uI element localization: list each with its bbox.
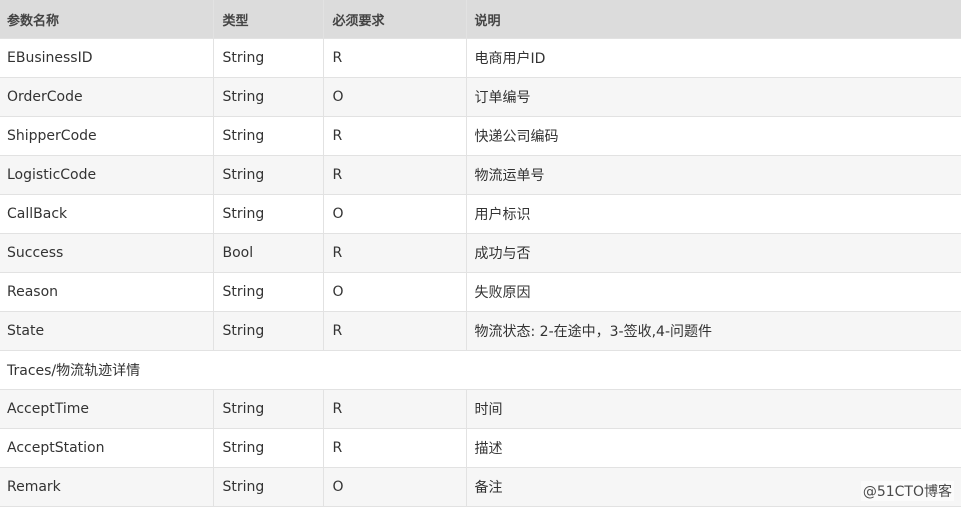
table-header-row: 参数名称 类型 必须要求 说明: [0, 0, 961, 39]
header-description: 说明: [466, 0, 961, 39]
cell-description: 时间: [466, 389, 961, 429]
cell-required: R: [323, 116, 467, 156]
cell-required: R: [323, 38, 467, 78]
cell-param-name: Remark: [0, 467, 214, 507]
cell-description: 快递公司编码: [466, 116, 961, 156]
cell-type: String: [213, 155, 324, 195]
cell-required: R: [323, 155, 467, 195]
table-row: AcceptStation String R 描述: [0, 428, 961, 468]
cell-param-name: LogisticCode: [0, 155, 214, 195]
cell-type: String: [213, 272, 324, 312]
watermark: @51CTO博客: [860, 481, 954, 501]
cell-param-name: AcceptTime: [0, 389, 214, 429]
table-row: State String R 物流状态: 2-在途中，3-签收,4-问题件: [0, 311, 961, 351]
cell-type: String: [213, 38, 324, 78]
cell-description: 描述: [466, 428, 961, 468]
cell-required: R: [323, 389, 467, 429]
cell-required: R: [323, 311, 467, 351]
table-row: EBusinessID String R 电商用户ID: [0, 38, 961, 78]
cell-param-name: CallBack: [0, 194, 214, 234]
cell-required: O: [323, 272, 467, 312]
cell-description: 物流状态: 2-在途中，3-签收,4-问题件: [466, 311, 961, 351]
cell-param-name: AcceptStation: [0, 428, 214, 468]
cell-required: O: [323, 77, 467, 117]
table-row: Success Bool R 成功与否: [0, 233, 961, 273]
section-row: Traces/物流轨迹详情: [0, 350, 961, 390]
cell-type: String: [213, 311, 324, 351]
cell-param-name: EBusinessID: [0, 38, 214, 78]
cell-description: 成功与否: [466, 233, 961, 273]
table-row: Reason String O 失败原因: [0, 272, 961, 312]
cell-type: String: [213, 467, 324, 507]
header-type: 类型: [213, 0, 324, 39]
table-row: ShipperCode String R 快递公司编码: [0, 116, 961, 156]
cell-required: R: [323, 233, 467, 273]
cell-required: R: [323, 428, 467, 468]
cell-param-name: Success: [0, 233, 214, 273]
cell-description: 电商用户ID: [466, 38, 961, 78]
cell-param-name: Reason: [0, 272, 214, 312]
cell-type: Bool: [213, 233, 324, 273]
header-param-name: 参数名称: [0, 0, 214, 39]
parameter-table: 参数名称 类型 必须要求 说明 EBusinessID String R 电商用…: [0, 0, 961, 507]
cell-type: String: [213, 194, 324, 234]
cell-description: 物流运单号: [466, 155, 961, 195]
table-row: LogisticCode String R 物流运单号: [0, 155, 961, 195]
cell-description: 订单编号: [466, 77, 961, 117]
cell-description: 用户标识: [466, 194, 961, 234]
table-row: CallBack String O 用户标识: [0, 194, 961, 234]
table-row: AcceptTime String R 时间: [0, 389, 961, 429]
cell-type: String: [213, 389, 324, 429]
table-row: Remark String O 备注: [0, 467, 961, 507]
cell-description: 失败原因: [466, 272, 961, 312]
cell-type: String: [213, 428, 324, 468]
cell-param-name: State: [0, 311, 214, 351]
cell-param-name: ShipperCode: [0, 116, 214, 156]
cell-required: O: [323, 194, 467, 234]
table-row: OrderCode String O 订单编号: [0, 77, 961, 117]
section-label-traces: Traces/物流轨迹详情: [0, 350, 961, 390]
cell-param-name: OrderCode: [0, 77, 214, 117]
cell-required: O: [323, 467, 467, 507]
cell-type: String: [213, 77, 324, 117]
cell-type: String: [213, 116, 324, 156]
header-required: 必须要求: [323, 0, 467, 39]
